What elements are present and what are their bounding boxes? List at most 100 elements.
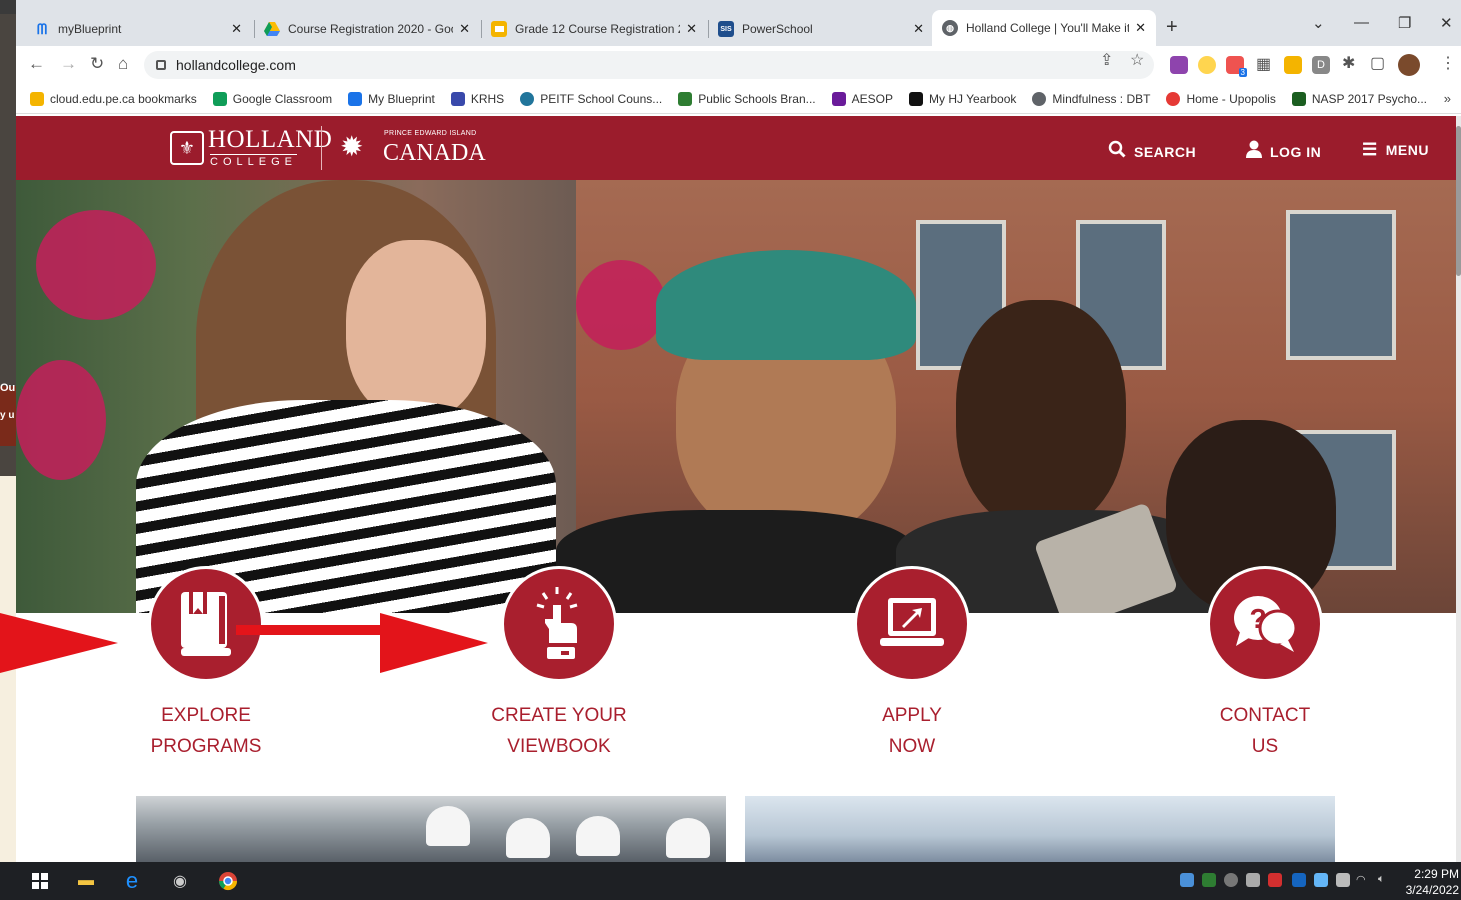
extensions-puzzle-icon[interactable]: ✱: [1342, 53, 1355, 73]
page-scrollbar[interactable]: [1456, 116, 1461, 862]
bookmarks-overflow-icon[interactable]: »: [1444, 91, 1451, 106]
bookmark-item[interactable]: NASP 2017 Psycho...: [1291, 91, 1427, 106]
bookmark-item[interactable]: Home - Upopolis: [1166, 91, 1276, 106]
bookmark-label: My HJ Yearbook: [929, 91, 1017, 106]
close-icon[interactable]: ✕: [686, 21, 697, 37]
internet-explorer-icon[interactable]: e: [122, 868, 142, 893]
minimize-icon[interactable]: —: [1354, 14, 1369, 31]
hero-flowers: [576, 260, 666, 350]
drive-icon: [264, 21, 280, 37]
side-panel-icon[interactable]: ▢: [1370, 53, 1385, 73]
hero-person-face: [956, 300, 1126, 530]
yearbook-icon: [909, 91, 924, 106]
window-close-icon[interactable]: ✕: [1440, 14, 1453, 32]
tray-icon[interactable]: [1246, 873, 1260, 887]
feature-label-line1: CREATE YOUR: [491, 705, 627, 726]
wordpress-icon: [520, 91, 535, 106]
search-button[interactable]: SEARCH: [1108, 140, 1196, 163]
tab-myblueprint[interactable]: ᗰ myBlueprint ✕: [24, 14, 252, 44]
tray-icon[interactable]: [1268, 873, 1282, 887]
bookmark-item[interactable]: My HJ Yearbook: [909, 91, 1017, 106]
chrome-icon[interactable]: [218, 871, 238, 891]
file-explorer-icon[interactable]: ▬: [76, 871, 96, 891]
menu-button[interactable]: ☰ MENU: [1362, 140, 1429, 160]
volume-icon[interactable]: 🔈︎: [1378, 873, 1392, 887]
extension-thumb-icon[interactable]: [1284, 56, 1302, 74]
address-bar[interactable]: hollandcollege.com: [144, 51, 1154, 79]
tab-holland-college[interactable]: ◍ Holland College | You'll Make it H ✕: [932, 10, 1156, 46]
scrollbar-thumb[interactable]: [1456, 126, 1461, 276]
logo-sub: COLLEGE: [210, 154, 297, 168]
bookmark-item[interactable]: Public Schools Bran...: [678, 91, 816, 106]
background-left-strip: Our y u: [0, 14, 16, 476]
extension-badge-icon[interactable]: 3: [1226, 56, 1247, 77]
feature-label-line2: US: [1251, 736, 1279, 757]
tray-icon[interactable]: [1180, 873, 1194, 887]
tab-title: myBlueprint: [58, 22, 122, 36]
tab-course-registration[interactable]: Course Registration 2020 - Goog ✕: [254, 14, 480, 44]
classroom-icon: [212, 91, 227, 106]
chef-hat: [666, 818, 710, 858]
annotation-arrow-shaft: [236, 625, 396, 635]
tab-title: Course Registration 2020 - Goog: [288, 22, 454, 36]
lock-icon: [156, 60, 166, 70]
tray-shield-icon[interactable]: [1202, 873, 1216, 887]
app-circle-icon[interactable]: ◉: [170, 871, 190, 891]
forward-icon[interactable]: →: [60, 54, 77, 74]
avatar[interactable]: [1398, 54, 1420, 76]
crest-icon[interactable]: ⚜: [170, 131, 204, 165]
bookmark-label: Home - Upopolis: [1186, 91, 1276, 106]
close-icon[interactable]: ✕: [913, 21, 924, 37]
bluetooth-icon[interactable]: [1292, 873, 1306, 887]
bookmark-item[interactable]: Google Classroom: [212, 91, 332, 106]
feature-label-line1: APPLY: [882, 705, 942, 726]
globe-icon: [1032, 91, 1047, 106]
new-tab-icon[interactable]: +: [1166, 16, 1178, 39]
browser-toolbar: ← → ↻ ⌂ hollandcollege.com ⇪ ☆ 3 ▦ D ✱ ▢…: [16, 46, 1461, 84]
bookmark-item[interactable]: KRHS: [450, 91, 504, 106]
login-button[interactable]: LOG IN: [1246, 140, 1321, 163]
system-clock[interactable]: 2:29 PM 3/24/2022: [1406, 866, 1459, 898]
close-icon[interactable]: ✕: [1135, 20, 1146, 36]
extension-circle-icon[interactable]: [1198, 56, 1216, 74]
bookmark-item[interactable]: PEITF School Couns...: [520, 91, 662, 106]
windows-start-icon[interactable]: [30, 871, 50, 891]
extension-d-icon[interactable]: D: [1312, 56, 1330, 74]
chevron-down-icon[interactable]: ⌄: [1312, 14, 1325, 32]
home-icon[interactable]: ⌂: [118, 54, 128, 74]
bookmark-star-icon[interactable]: ☆: [1130, 50, 1144, 70]
tab-powerschool[interactable]: SIS PowerSchool ✕: [708, 14, 934, 44]
grid-icon[interactable]: ▦: [1256, 54, 1271, 74]
folder-icon: [30, 91, 44, 106]
clock-date: 3/24/2022: [1405, 883, 1459, 897]
tab-grade-12-registration[interactable]: Grade 12 Course Registration 20 ✕: [481, 14, 707, 44]
restore-icon[interactable]: ❐: [1398, 14, 1411, 32]
close-icon[interactable]: ✕: [459, 21, 470, 37]
wifi-icon[interactable]: ◠: [1356, 873, 1370, 887]
reload-icon[interactable]: ↻: [90, 54, 104, 74]
close-icon[interactable]: ✕: [231, 21, 242, 37]
extension-puzzle-color-icon[interactable]: [1170, 56, 1188, 74]
maple-leaf-icon: ✹: [340, 131, 364, 162]
tray-icon[interactable]: [1224, 873, 1238, 887]
logo-name[interactable]: HOLLAND: [208, 126, 332, 154]
back-icon[interactable]: ←: [28, 54, 45, 74]
bookmark-item[interactable]: Mindfulness : DBT: [1032, 91, 1150, 106]
bookmark-item[interactable]: cloud.edu.pe.ca bookmarks: [30, 91, 197, 106]
hero-image: [16, 180, 1456, 613]
battery-icon[interactable]: [1336, 873, 1350, 887]
kitchen-image[interactable]: [136, 796, 726, 862]
tray-icon[interactable]: [1314, 873, 1328, 887]
feature-label-line2: PROGRAMS: [150, 736, 262, 757]
background-snippet-1: Our: [0, 382, 16, 394]
taskbar: ▬ e ◉ ◠ 🔈︎ 2:29 PM 3/24/2022: [0, 862, 1461, 900]
mb-icon: [348, 91, 363, 106]
share-icon[interactable]: ⇪: [1100, 50, 1113, 70]
bookmark-item[interactable]: My Blueprint: [348, 91, 435, 106]
hero-cap: [656, 250, 916, 360]
search-icon: [1108, 140, 1126, 163]
more-menu-icon[interactable]: ⋮: [1440, 53, 1456, 73]
logo-divider: [321, 126, 322, 170]
bookmark-item[interactable]: AESOP: [831, 91, 893, 106]
outdoor-image[interactable]: [745, 796, 1335, 862]
